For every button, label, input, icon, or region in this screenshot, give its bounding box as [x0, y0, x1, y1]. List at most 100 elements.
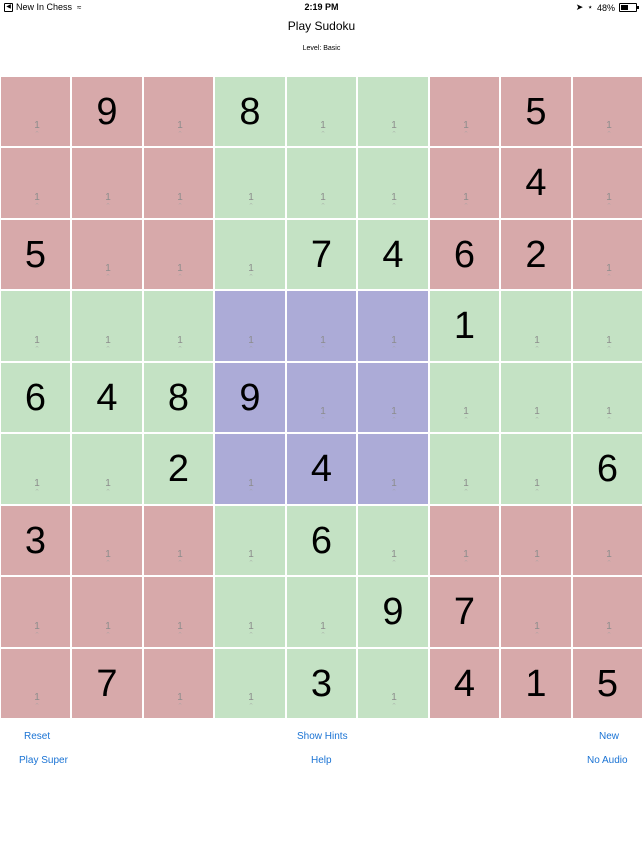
sudoku-cell[interactable]: 1 ⌢: [429, 362, 500, 433]
status-bar: ◀ New In Chess ≈ 2:19 PM ➤ ⋆ 48%: [0, 0, 643, 14]
no-audio-button[interactable]: No Audio: [587, 755, 628, 766]
sudoku-cell[interactable]: 1 ⌢: [286, 576, 357, 648]
sudoku-cell[interactable]: 1 ⌢: [286, 362, 357, 433]
sudoku-cell[interactable]: 6: [429, 219, 500, 290]
help-button[interactable]: Help: [311, 755, 332, 766]
sudoku-cell[interactable]: 9: [357, 576, 429, 648]
cell-hint: 1 ⌢: [602, 550, 616, 564]
sudoku-cell[interactable]: 1 ⌢: [71, 219, 143, 290]
sudoku-cell[interactable]: 8: [214, 76, 286, 147]
sudoku-cell[interactable]: 1 ⌢: [214, 505, 286, 576]
sudoku-cell[interactable]: 1 ⌢: [286, 76, 357, 147]
sudoku-cell[interactable]: 1 ⌢: [429, 147, 500, 219]
sudoku-cell[interactable]: 1 ⌢: [500, 433, 572, 505]
sudoku-cell[interactable]: 7: [429, 576, 500, 648]
sudoku-cell[interactable]: 4: [71, 362, 143, 433]
sudoku-cell[interactable]: 1 ⌢: [500, 362, 572, 433]
sudoku-cell[interactable]: 5: [572, 648, 643, 719]
sudoku-cell[interactable]: 1 ⌢: [429, 76, 500, 147]
sudoku-cell[interactable]: 1 ⌢: [357, 505, 429, 576]
sudoku-cell[interactable]: 1 ⌢: [572, 76, 643, 147]
sudoku-cell[interactable]: 1 ⌢: [286, 290, 357, 362]
hint-mark-icon: ⌢: [535, 487, 539, 493]
sudoku-cell[interactable]: 7: [286, 219, 357, 290]
sudoku-cell[interactable]: 9: [71, 76, 143, 147]
sudoku-cell[interactable]: 1 ⌢: [572, 219, 643, 290]
cell-hint: 1 ⌢: [602, 622, 616, 636]
sudoku-cell[interactable]: 1 ⌢: [286, 147, 357, 219]
sudoku-cell[interactable]: 1 ⌢: [71, 576, 143, 648]
sudoku-cell[interactable]: 9: [214, 362, 286, 433]
sudoku-cell[interactable]: 1 ⌢: [143, 147, 214, 219]
sudoku-cell[interactable]: 1 ⌢: [357, 362, 429, 433]
battery-icon: [619, 3, 639, 12]
new-button[interactable]: New: [599, 731, 619, 742]
cell-value: 6: [596, 448, 619, 490]
sudoku-cell[interactable]: 1 ⌢: [0, 433, 71, 505]
sudoku-cell[interactable]: 4: [357, 219, 429, 290]
sudoku-cell[interactable]: 1 ⌢: [500, 505, 572, 576]
cell-hint: 1 ⌢: [173, 121, 187, 135]
sudoku-cell[interactable]: 1 ⌢: [357, 147, 429, 219]
sudoku-cell[interactable]: 1 ⌢: [214, 219, 286, 290]
sudoku-cell[interactable]: 1 ⌢: [143, 219, 214, 290]
location-icon: ➤: [575, 2, 584, 12]
sudoku-cell[interactable]: 5: [0, 219, 71, 290]
sudoku-cell[interactable]: 1 ⌢: [143, 76, 214, 147]
sudoku-cell[interactable]: 1 ⌢: [429, 433, 500, 505]
sudoku-cell[interactable]: 6: [0, 362, 71, 433]
play-super-button[interactable]: Play Super: [19, 755, 68, 766]
sudoku-cell[interactable]: 1 ⌢: [500, 290, 572, 362]
reset-button[interactable]: Reset: [24, 731, 50, 742]
sudoku-cell[interactable]: 1 ⌢: [214, 648, 286, 719]
sudoku-cell[interactable]: 1 ⌢: [500, 576, 572, 648]
sudoku-cell[interactable]: 1 ⌢: [357, 76, 429, 147]
sudoku-cell[interactable]: 1 ⌢: [572, 505, 643, 576]
sudoku-cell[interactable]: 1 ⌢: [357, 648, 429, 719]
sudoku-cell[interactable]: 1 ⌢: [572, 576, 643, 648]
sudoku-cell[interactable]: 1: [429, 290, 500, 362]
sudoku-cell[interactable]: 5: [500, 76, 572, 147]
sudoku-cell[interactable]: 3: [286, 648, 357, 719]
sudoku-cell[interactable]: 1 ⌢: [143, 290, 214, 362]
sudoku-cell[interactable]: 1 ⌢: [143, 576, 214, 648]
sudoku-cell[interactable]: 3: [0, 505, 71, 576]
sudoku-cell[interactable]: 1 ⌢: [572, 147, 643, 219]
sudoku-cell[interactable]: 1 ⌢: [0, 576, 71, 648]
sudoku-cell[interactable]: 6: [286, 505, 357, 576]
sudoku-cell[interactable]: 8: [143, 362, 214, 433]
sudoku-cell[interactable]: 1 ⌢: [0, 290, 71, 362]
sudoku-cell[interactable]: 1 ⌢: [0, 648, 71, 719]
sudoku-cell[interactable]: 1 ⌢: [71, 433, 143, 505]
sudoku-cell[interactable]: 1 ⌢: [71, 147, 143, 219]
sudoku-cell[interactable]: 1 ⌢: [572, 290, 643, 362]
sudoku-cell[interactable]: 1 ⌢: [143, 648, 214, 719]
sudoku-cell[interactable]: 1 ⌢: [429, 505, 500, 576]
sudoku-cell[interactable]: 1 ⌢: [0, 147, 71, 219]
cell-hint: 1 ⌢: [459, 121, 473, 135]
sudoku-cell[interactable]: 2: [500, 219, 572, 290]
sudoku-cell[interactable]: 1 ⌢: [572, 362, 643, 433]
sudoku-cell[interactable]: 6: [572, 433, 643, 505]
sudoku-cell[interactable]: 4: [500, 147, 572, 219]
sudoku-cell[interactable]: 1 ⌢: [357, 290, 429, 362]
sudoku-cell[interactable]: 7: [71, 648, 143, 719]
sudoku-cell[interactable]: 1 ⌢: [71, 290, 143, 362]
sudoku-cell[interactable]: 1: [500, 648, 572, 719]
cell-hint: 1 ⌢: [30, 693, 44, 707]
sudoku-cell[interactable]: 1 ⌢: [214, 433, 286, 505]
sudoku-cell[interactable]: 4: [429, 648, 500, 719]
cell-hint: 1 ⌢: [602, 121, 616, 135]
sudoku-cell[interactable]: 1 ⌢: [71, 505, 143, 576]
sudoku-cell[interactable]: 1 ⌢: [214, 576, 286, 648]
show-hints-button[interactable]: Show Hints: [297, 731, 348, 742]
sudoku-cell[interactable]: 1 ⌢: [143, 505, 214, 576]
sudoku-cell[interactable]: 4: [286, 433, 357, 505]
cell-value: 4: [525, 162, 547, 204]
sudoku-cell[interactable]: 2: [143, 433, 214, 505]
sudoku-cell[interactable]: 1 ⌢: [214, 290, 286, 362]
sudoku-cell[interactable]: 1 ⌢: [357, 433, 429, 505]
sudoku-cell[interactable]: 1 ⌢: [0, 76, 71, 147]
cell-value: 2: [525, 233, 547, 276]
sudoku-cell[interactable]: 1 ⌢: [214, 147, 286, 219]
